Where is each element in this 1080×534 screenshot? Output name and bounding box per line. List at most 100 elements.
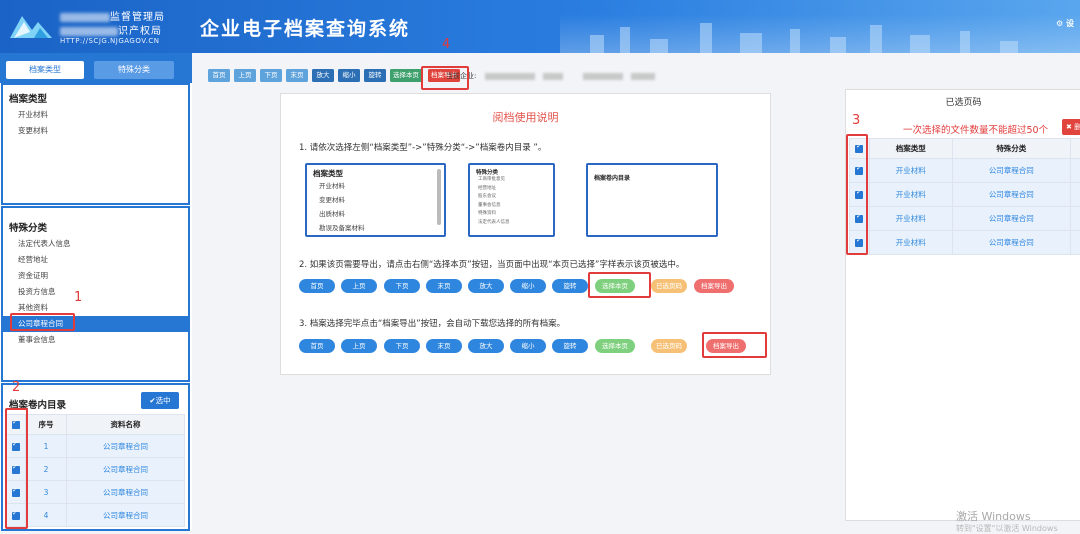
table-row[interactable]: 1 公司章程合同 [6, 435, 185, 458]
table-row[interactable]: 开业材料 公司章程合同 [850, 207, 1080, 231]
special-item[interactable]: 投资方信息 [3, 284, 188, 300]
example-pill: 放大 [468, 279, 504, 293]
example-special-category: 特殊分类 工商审批意见 经营地址 股东会议 董事会信息 特殊资料 法定代表人信息 [468, 163, 555, 237]
annotation-box-3 [846, 134, 868, 255]
example-pill: 放大 [468, 339, 504, 353]
selected-pages-panel: 已选页码 一次选择的文件数量不能超过50个 ✖ 删 档案类型 特殊分类 开业材料… [845, 89, 1080, 521]
rotate-button[interactable]: 旋转 [364, 69, 386, 82]
row-name[interactable]: 公司章程合同 [67, 458, 185, 481]
org-logo-icon [8, 8, 54, 44]
col-header-no: 序号 [26, 415, 67, 435]
example-title: 档案类型 [307, 165, 444, 179]
col-header-category: 特殊分类 [952, 139, 1070, 159]
row-no: 2 [26, 458, 67, 481]
example-pill: 下页 [384, 279, 420, 293]
example-pill: 选择本页 [595, 339, 635, 353]
instructions-title: 阅档使用说明 [281, 109, 770, 125]
example-title: 档案卷内目录 [588, 165, 716, 182]
example-pill: 缩小 [510, 339, 546, 353]
example-directory: 档案卷内目录 [586, 163, 718, 237]
table-row[interactable]: 开业材料 公司章程合同 [850, 159, 1080, 183]
tab-special-category[interactable]: 特殊分类 [94, 61, 174, 79]
directory-panel: 档案卷内目录 ✔选中 序号 资料名称 1 公司章程合同 2 公司章程合同 3 公… [1, 383, 190, 531]
example-pill: 首页 [299, 279, 335, 293]
selection-limit-warning: 一次选择的文件数量不能超过50个 [903, 122, 1048, 136]
row-type: 开业材料 [869, 159, 952, 183]
row-category: 公司章程合同 [952, 183, 1070, 207]
example-pill: 上页 [341, 279, 377, 293]
col-header-name: 资料名称 [67, 415, 185, 435]
row-extra [1071, 159, 1080, 183]
example-pill: 首页 [299, 339, 335, 353]
row-type: 开业材料 [869, 183, 952, 207]
example-pill: 末页 [426, 279, 462, 293]
row-name[interactable]: 公司章程合同 [67, 481, 185, 504]
instruction-step-3: 3. 档案选择完毕点击“档案导出”按钮，会自动下载您选择的所有档案。 [299, 317, 565, 329]
row-extra [1071, 231, 1080, 255]
system-title: 企业电子档案查询系统 [200, 14, 410, 41]
sidebar: 档案类型 特殊分类 档案类型 开业材料 变更材料 特殊分类 法定代表人信息 经营… [0, 53, 192, 531]
table-row[interactable]: 开业材料 公司章程合同 [850, 231, 1080, 255]
row-type: 开业材料 [869, 231, 952, 255]
special-item[interactable]: 经营地址 [3, 252, 188, 268]
delete-selected-button[interactable]: ✖ 删 [1062, 119, 1080, 135]
next-page-button[interactable]: 下页 [260, 69, 282, 82]
annotation-box-1 [10, 313, 75, 331]
settings-link[interactable]: ⚙ 设 [1056, 18, 1074, 29]
activation-watermark-sub: 转到"设置"以激活 Windows [956, 523, 1058, 534]
annotation-box-4 [421, 66, 469, 90]
special-item[interactable]: 董事会信息 [3, 332, 188, 348]
archive-type-item[interactable]: 变更材料 [3, 123, 188, 139]
zoom-out-button[interactable]: 缩小 [338, 69, 360, 82]
archive-type-title: 档案类型 [3, 85, 188, 107]
select-page-button[interactable]: 选择本页 [390, 69, 422, 82]
example-title: 特殊分类 [470, 165, 553, 176]
row-name[interactable]: 公司章程合同 [67, 504, 185, 527]
row-type: 开业材料 [869, 207, 952, 231]
example-item: 变更材料 [307, 193, 444, 207]
example-item: 特殊资料 [470, 210, 553, 219]
example-scrollbar [437, 169, 441, 225]
example-item: 工商审批意见 [470, 176, 553, 185]
table-row[interactable]: 3 公司章程合同 [6, 481, 185, 504]
row-no: 1 [26, 435, 67, 458]
example-item: 经营地址 [470, 185, 553, 194]
col-header-extra [1071, 139, 1080, 159]
special-item[interactable]: 资金证明 [3, 268, 188, 284]
zoom-in-button[interactable]: 放大 [312, 69, 334, 82]
org-name-line2: 识产权局 [60, 22, 162, 37]
tab-archive-type[interactable]: 档案类型 [6, 61, 84, 79]
row-name[interactable]: 公司章程合同 [67, 435, 185, 458]
org-url: HTTP://SCJG.NJGAGOV.CN [60, 37, 159, 45]
prev-page-button[interactable]: 上页 [234, 69, 256, 82]
example-item: 出质材料 [307, 207, 444, 221]
city-skyline-decoration [560, 14, 1080, 53]
gear-icon: ⚙ [1056, 19, 1063, 28]
annotation-number-4: 4 [442, 37, 450, 52]
annotation-number-2: 2 [12, 380, 20, 395]
annotation-box-2 [5, 408, 28, 529]
row-no: 3 [26, 481, 67, 504]
instructions-panel: 阅档使用说明 1. 请依次选择左侧“档案类型”->”特殊分类“->”档案卷内目录… [280, 93, 771, 375]
annotation-number-3: 3 [852, 113, 860, 128]
table-row[interactable]: 2 公司章程合同 [6, 458, 185, 481]
first-page-button[interactable]: 首页 [208, 69, 230, 82]
row-extra [1071, 207, 1080, 231]
row-no: 4 [26, 504, 67, 527]
example-item: 勘误及备案材料 [307, 221, 444, 235]
select-button[interactable]: ✔选中 [141, 392, 179, 409]
table-row[interactable]: 4 公司章程合同 [6, 504, 185, 527]
example-item: 法定代表人信息 [470, 219, 553, 228]
archive-type-item[interactable]: 开业材料 [3, 107, 188, 123]
last-page-button[interactable]: 末页 [286, 69, 308, 82]
instruction-step-2: 2. 如果该页需要导出，请点击右侧“选择本页”按钮，当页面中出现“本页已选择”字… [299, 258, 684, 270]
selected-pages-title: 已选页码 [846, 95, 1080, 108]
example-pill: 旋转 [552, 279, 588, 293]
special-item[interactable]: 法定代表人信息 [3, 236, 188, 252]
example-pill: 已选页码 [651, 339, 687, 353]
example-pill: 下页 [384, 339, 420, 353]
row-category: 公司章程合同 [952, 159, 1070, 183]
selected-pages-table: 档案类型 特殊分类 开业材料 公司章程合同 开业材料 公司章程合同 开业材料 公… [849, 138, 1080, 255]
table-row[interactable]: 开业材料 公司章程合同 [850, 183, 1080, 207]
app-header: 监督管理局 识产权局 HTTP://SCJG.NJGAGOV.CN 企业电子档案… [0, 0, 1080, 53]
